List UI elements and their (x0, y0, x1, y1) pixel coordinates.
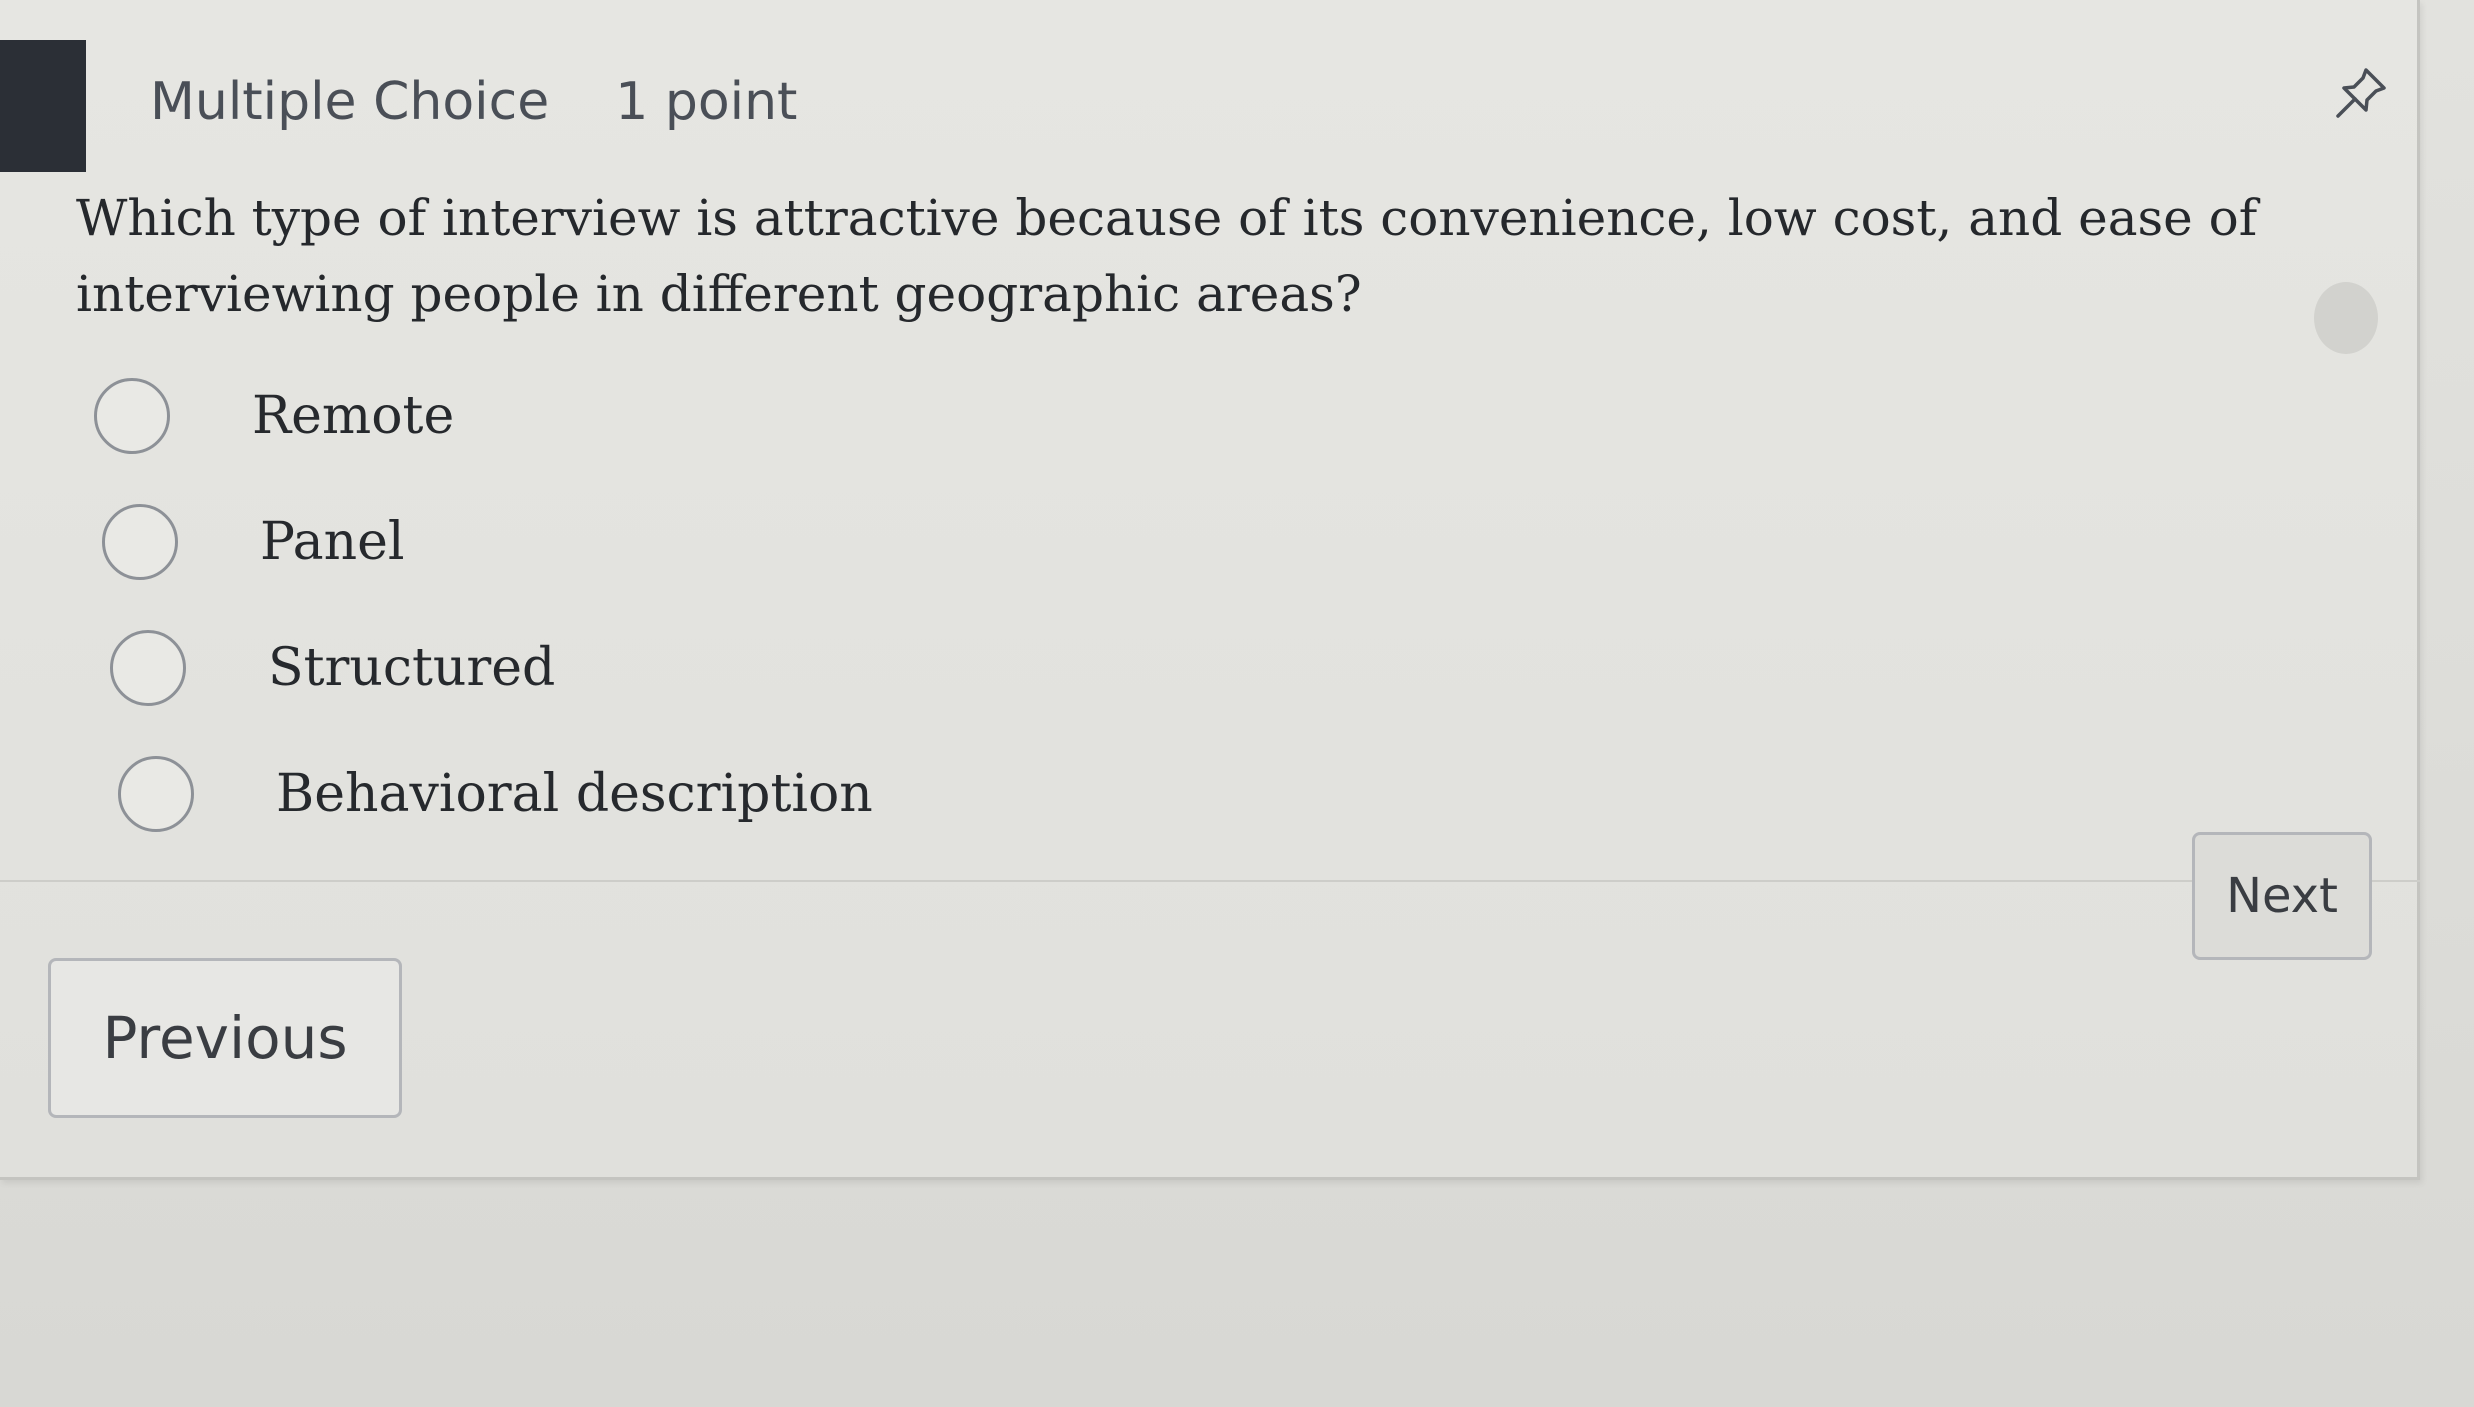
radio-button[interactable] (118, 756, 194, 832)
radio-button[interactable] (110, 630, 186, 706)
option-remote[interactable]: Remote (94, 378, 454, 454)
question-text: Which type of interview is attractive be… (76, 189, 2258, 323)
option-behavioral-description[interactable]: Behavioral description (118, 756, 873, 832)
options-divider (0, 880, 2420, 882)
next-button[interactable]: Next (2192, 832, 2372, 960)
option-panel[interactable]: Panel (102, 504, 405, 580)
question-card: Multiple Choice 1 point Which type of int… (0, 0, 2420, 1180)
option-label: Behavioral description (276, 764, 873, 824)
previous-button[interactable]: Previous (48, 958, 402, 1118)
option-structured[interactable]: Structured (110, 630, 555, 706)
option-label: Structured (268, 638, 556, 698)
question-type-label: Multiple Choice (150, 72, 550, 132)
question-points: 1 point (615, 72, 798, 132)
option-label: Panel (260, 512, 405, 572)
radio-button[interactable] (102, 504, 178, 580)
question-number-block (0, 40, 86, 172)
screen-background: Multiple Choice 1 point Which type of int… (0, 0, 2474, 1407)
radio-button[interactable] (94, 378, 170, 454)
pin-icon[interactable] (2330, 62, 2392, 124)
scroll-indicator (2314, 282, 2378, 354)
option-label: Remote (252, 386, 455, 446)
question-header: Multiple Choice 1 point (150, 72, 797, 132)
